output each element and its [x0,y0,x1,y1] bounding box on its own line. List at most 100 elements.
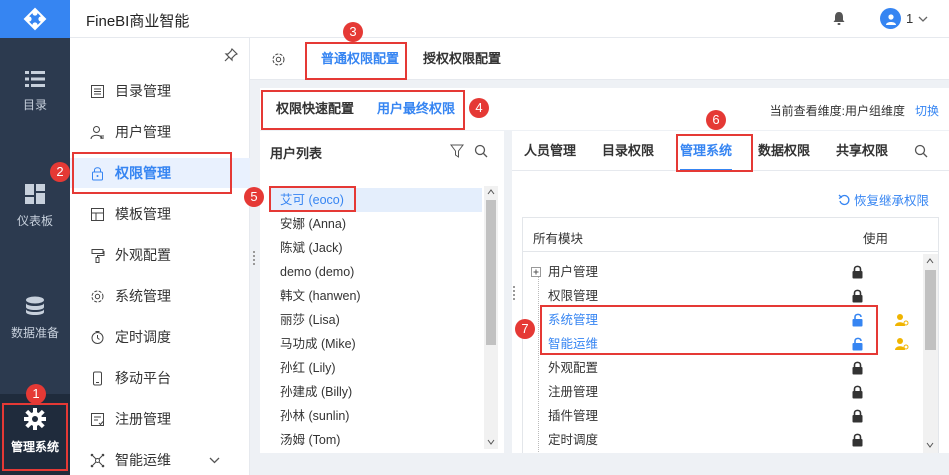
menu-item-system[interactable]: 系统管理 [70,281,250,311]
row-label: 用户管理 [548,265,599,279]
user-item[interactable]: 孙建成 (Billy) [270,380,482,404]
scroll-thumb[interactable] [925,270,936,350]
user-name: 1 [906,11,914,26]
bell-icon[interactable] [832,11,846,29]
template-icon [91,207,104,221]
menu-label: 用户管理 [115,124,171,140]
menu-item-appearance[interactable]: 外观配置 [70,240,250,270]
user-item[interactable]: 马功成 (Mike) [270,332,482,356]
splitter-grip[interactable] [253,251,257,265]
user-icon [885,13,896,25]
user-item[interactable]: 孙林 (sunlin) [270,404,482,428]
user-item[interactable]: 韩文 (hanwen) [270,284,482,308]
register-icon [91,412,104,426]
logo-icon [23,7,47,31]
rights-row[interactable]: 注册管理 [523,380,923,404]
menu-item-users[interactable]: 用户管理 [70,117,250,147]
tab-share-rights[interactable]: 共享权限 [836,131,888,171]
user-menu[interactable]: 1 [880,8,928,29]
top-bar: FineBI商业智能 1 [0,0,949,38]
lock-icon[interactable] [852,361,863,375]
splitter-grip[interactable] [513,286,517,300]
user-item[interactable]: 丽莎 (Lisa) [270,308,482,332]
user-item[interactable]: 汤姆 (Tom) [270,428,482,452]
nav-item-dashboard[interactable]: 仪表板 [0,184,70,229]
user-icon [90,125,104,139]
app-title: FineBI商业智能 [86,13,190,30]
menu-item-mobile[interactable]: 移动平台 [70,363,250,393]
user-list-scrollbar[interactable] [484,186,498,449]
callout-box [540,305,878,355]
menu-item-ops[interactable]: 智能运维 [70,445,250,475]
menu-item-catalog[interactable]: 目录管理 [70,76,250,106]
restore-label: 恢复继承权限 [853,194,929,208]
callout-box [305,42,407,80]
database-icon [26,296,44,315]
row-label: 插件管理 [548,409,599,423]
header-module: 所有模块 [533,232,584,246]
user-item[interactable]: 孙红 (Lily) [270,356,482,380]
restore-inherit-button[interactable]: 恢复继承权限 [838,190,929,209]
ops-icon [90,453,105,467]
rights-row[interactable]: 外观配置 [523,356,923,380]
user-item[interactable]: demo (demo) [270,260,482,284]
tab-catalog-rights[interactable]: 目录权限 [602,131,654,171]
menu-label: 注册管理 [115,411,171,427]
restore-icon [838,194,850,205]
callout-number: 2 [50,162,70,182]
menu-item-registration[interactable]: 注册管理 [70,404,250,434]
menu-label: 移动平台 [115,370,171,386]
callout-box [261,90,465,130]
pin-icon[interactable] [224,47,239,65]
gear-icon [91,290,104,302]
expand-icon[interactable] [531,267,541,277]
row-label: 注册管理 [548,385,599,399]
nav-label: 目录 [22,98,47,112]
menu-label: 系统管理 [115,288,171,304]
search-icon[interactable] [914,144,928,158]
user-list-title: 用户列表 [270,146,323,161]
settings-icon[interactable] [271,52,286,67]
clock-icon [91,330,104,344]
rights-row[interactable]: 插件管理 [523,404,923,428]
menu-label: 外观配置 [115,247,171,263]
lock-icon[interactable] [852,409,863,423]
scroll-down-icon [926,442,934,448]
nav-label: 数据准备 [10,326,59,340]
tab-data-rights[interactable]: 数据权限 [758,131,810,171]
lock-icon[interactable] [852,289,863,303]
chevron-down-icon [918,16,928,22]
callout-number: 4 [469,98,489,118]
menu-item-schedule[interactable]: 定时调度 [70,322,250,352]
lock-icon[interactable] [852,433,863,447]
user-key-icon[interactable] [895,313,909,327]
tab-personnel[interactable]: 人员管理 [524,131,576,171]
user-item[interactable]: 陈斌 (Jack) [270,236,482,260]
search-icon[interactable] [474,144,488,158]
rights-row[interactable]: 用户管理 [523,260,923,284]
chevron-down-icon [209,457,220,463]
dashboard-icon [25,184,45,204]
rights-row[interactable]: 定时调度 [523,428,923,452]
avatar [880,8,901,29]
tab-grant-permission[interactable]: 授权权限配置 [423,38,501,80]
user-item[interactable]: 安娜 (Anna) [270,212,482,236]
lock-icon[interactable] [852,385,863,399]
row-label: 定时调度 [548,433,599,447]
user-key-icon[interactable] [895,337,909,351]
menu-item-templates[interactable]: 模板管理 [70,199,250,229]
scroll-thumb[interactable] [486,200,496,345]
logo[interactable] [0,0,70,38]
menu-label: 定时调度 [115,329,171,345]
switch-link[interactable]: 切换 [915,104,939,118]
callout-number: 6 [706,110,726,130]
nav-item-catalog[interactable]: 目录 [0,70,70,113]
filter-icon[interactable] [450,144,464,158]
callout-number: 7 [515,319,535,339]
lock-icon[interactable] [852,265,863,279]
header-use: 使用 [863,232,889,246]
menu-label: 模板管理 [115,206,171,222]
rights-scrollbar[interactable] [923,254,938,453]
list-icon [25,71,45,87]
nav-item-data-prep[interactable]: 数据准备 [0,296,70,341]
